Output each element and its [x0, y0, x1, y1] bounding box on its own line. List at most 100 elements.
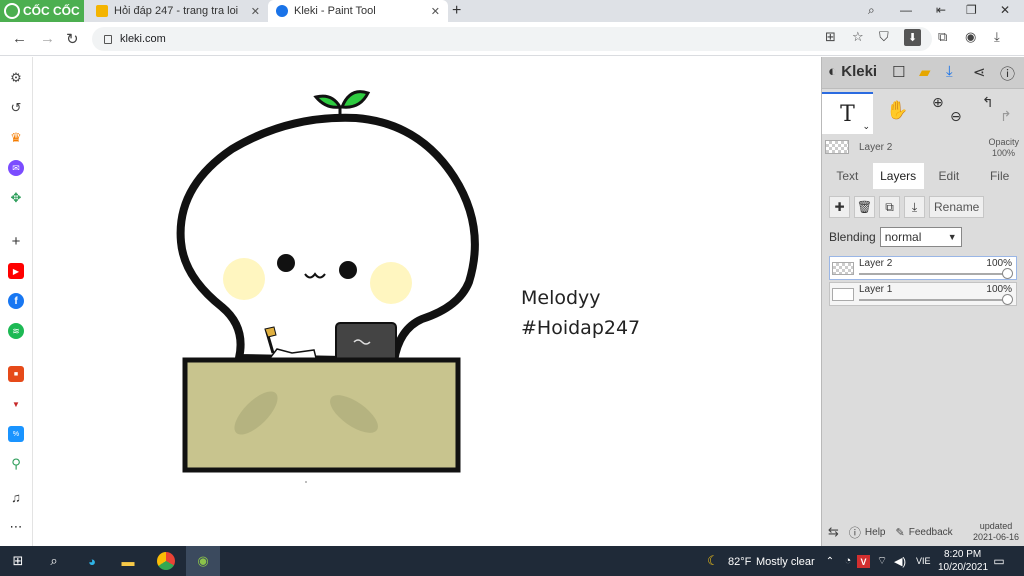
notification-bell-icon[interactable]: ♫: [8, 489, 24, 505]
feedback-link[interactable]: Feedback: [909, 527, 953, 538]
crown-icon[interactable]: ♛: [8, 130, 24, 146]
windows-start-icon[interactable]: ⊞: [10, 553, 26, 569]
search-tabs-icon[interactable]: ⌕: [868, 3, 875, 18]
tab-text[interactable]: Text: [822, 163, 873, 189]
volume-icon[interactable]: ◀): [892, 553, 908, 569]
share-icon[interactable]: ⋖: [973, 63, 986, 81]
weather-desc[interactable]: Mostly clear: [756, 556, 815, 568]
forward-icon[interactable]: →: [40, 30, 55, 47]
profile-icon[interactable]: ◉: [965, 29, 976, 45]
clock-date[interactable]: 10/20/2021: [938, 562, 988, 573]
language-indicator[interactable]: VIE: [916, 556, 931, 566]
history-icon[interactable]: ↺: [8, 100, 24, 116]
close-icon[interactable]: ✕: [251, 5, 260, 18]
chevron-down-icon: ⌄: [862, 122, 870, 132]
search-icon[interactable]: ⌕: [46, 553, 62, 569]
add-icon[interactable]: +: [8, 233, 24, 250]
antivirus-icon[interactable]: V: [857, 555, 870, 568]
lock-icon: [104, 34, 112, 44]
translate-icon[interactable]: ⊞: [825, 29, 836, 45]
tab-hoidap[interactable]: Hỏi đáp 247 - trang tra loi ✕: [88, 0, 268, 22]
clock-time[interactable]: 8:20 PM: [944, 549, 981, 560]
spotify-icon[interactable]: ≋: [8, 323, 24, 339]
new-image-icon[interactable]: ☐: [892, 63, 905, 81]
tab-file[interactable]: File: [974, 163, 1024, 189]
notification-center-icon[interactable]: ▭: [991, 553, 1007, 569]
edge-icon[interactable]: ◕: [84, 553, 100, 569]
chevron-up-icon[interactable]: ⌃: [822, 553, 838, 569]
more-icon[interactable]: ⋯: [8, 519, 24, 535]
slider-knob[interactable]: [1002, 294, 1013, 305]
help-circle-icon[interactable]: ⓘ: [849, 524, 861, 541]
vtv-icon[interactable]: ▼: [8, 396, 24, 412]
signature-name: Melodyy: [521, 287, 601, 309]
layer-item[interactable]: Layer 1 100%: [829, 282, 1017, 306]
shield-icon[interactable]: ⛉: [879, 29, 889, 45]
new-tab-icon[interactable]: +: [452, 2, 461, 20]
close-window-icon[interactable]: ✕: [1000, 3, 1010, 17]
hand-tool-icon[interactable]: ✋: [886, 100, 908, 121]
merge-layer-button[interactable]: ⤓: [904, 196, 925, 218]
updated-label: updated: [979, 521, 1013, 531]
help-link[interactable]: Help: [865, 527, 886, 538]
facebook-icon[interactable]: f: [8, 293, 24, 309]
help-circle-icon[interactable]: ⓘ: [1000, 63, 1015, 84]
kleki-logo[interactable]: ◐ Kleki: [828, 63, 877, 80]
signature-tag: #Hoidap247: [521, 317, 641, 339]
downloads-icon[interactable]: ⤓: [994, 29, 1000, 45]
back-arrow-icon[interactable]: ⇤: [936, 3, 946, 17]
reload-icon[interactable]: ↻: [66, 30, 79, 48]
layers-tab-body: ✚ 🗑 ⧉ ⤓ Rename Blending normal ▼ Layer 2…: [822, 189, 1024, 546]
restore-icon[interactable]: ❐: [966, 3, 977, 17]
extensions-icon[interactable]: ⧉: [938, 29, 947, 45]
youtube-icon[interactable]: ▶: [8, 263, 24, 279]
duplicate-layer-button[interactable]: ⧉: [879, 196, 900, 218]
back-icon[interactable]: ←: [12, 30, 27, 47]
browser-brand[interactable]: CỐC CỐC: [0, 0, 84, 22]
zoom-out-icon[interactable]: ⊖: [950, 108, 962, 125]
minimize-icon[interactable]: —: [900, 3, 912, 17]
bookmark-star-icon[interactable]: ☆: [852, 29, 864, 45]
game-controller-icon[interactable]: ✥: [8, 190, 24, 206]
download-app-icon[interactable]: ⬇: [904, 29, 921, 46]
hoidap-favicon-icon: [96, 5, 108, 17]
map-pin-icon[interactable]: ⚲: [8, 456, 24, 472]
redo-icon[interactable]: ↱: [1000, 108, 1012, 125]
blending-select[interactable]: normal ▼: [879, 227, 962, 247]
feedback-icon[interactable]: ✎: [896, 526, 905, 539]
layer-item[interactable]: Layer 2 100%: [829, 256, 1017, 280]
browser-sidebar: ⚙ ↺ ♛ ✉ ✥ + ▶ f ≋ ■ ▼ % ⚲ ♫ ⋯: [0, 57, 33, 546]
coccoc-taskbar-icon[interactable]: ◉: [186, 546, 220, 576]
layer-opacity-slider[interactable]: [859, 299, 1010, 301]
laptop: [335, 322, 397, 362]
close-icon[interactable]: ✕: [431, 5, 440, 18]
zoom-in-icon[interactable]: ⊕: [932, 94, 944, 111]
layer-opacity-slider[interactable]: [859, 273, 1010, 275]
slider-knob[interactable]: [1002, 268, 1013, 279]
shopee-icon[interactable]: ■: [8, 366, 24, 382]
settings-gear-icon[interactable]: ⚙: [8, 70, 24, 86]
tiki-icon[interactable]: %: [8, 426, 24, 442]
messenger-icon[interactable]: ✉: [8, 160, 24, 176]
save-download-icon[interactable]: ⤓: [946, 63, 953, 80]
add-layer-button[interactable]: ✚: [829, 196, 850, 218]
text-tool-button[interactable]: T ⌄: [822, 92, 873, 134]
delete-layer-button[interactable]: 🗑: [854, 196, 875, 218]
drawing-canvas[interactable]: Melodyy #Hoidap247: [34, 57, 821, 546]
chrome-icon[interactable]: [157, 552, 175, 570]
tab-edit[interactable]: Edit: [924, 163, 975, 189]
file-explorer-icon[interactable]: ▬: [120, 553, 136, 569]
address-bar[interactable]: kleki.com: [92, 27, 932, 51]
browser-toolbar: ← → ↻ kleki.com ⊞ ☆ ⛉ ⬇ ⧉ ◉ ⤓: [0, 22, 1024, 56]
swap-arrows-icon[interactable]: ⇆: [828, 524, 839, 540]
open-folder-icon[interactable]: ▰: [919, 63, 931, 81]
tab-kleki[interactable]: Kleki - Paint Tool ✕: [268, 0, 448, 22]
undo-icon[interactable]: ↰: [982, 94, 994, 111]
weather-temp[interactable]: 82°F: [728, 556, 751, 568]
tab-layers[interactable]: Layers: [872, 163, 924, 189]
wifi-icon[interactable]: ⌔: [874, 553, 890, 569]
network-icon[interactable]: ◔: [840, 553, 856, 569]
left-eye: [277, 254, 295, 272]
rename-button[interactable]: Rename: [929, 196, 985, 218]
tab-title: Kleki - Paint Tool: [294, 5, 376, 17]
